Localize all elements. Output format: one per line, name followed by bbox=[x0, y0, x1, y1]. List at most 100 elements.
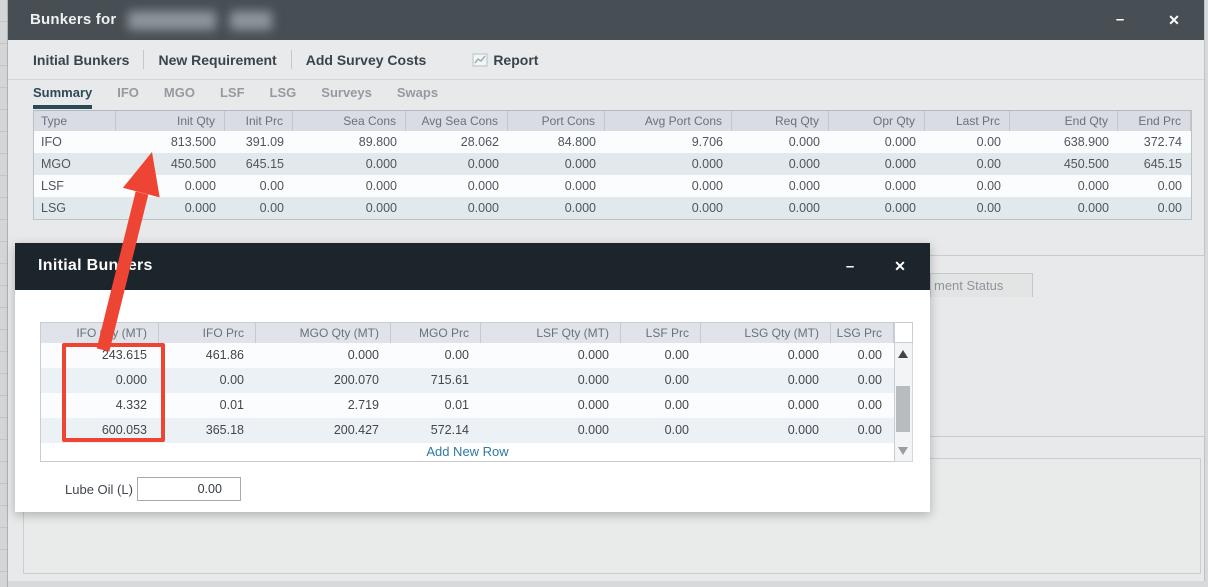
column-header-ifo-qty-mt-[interactable]: IFO Qty (MT) bbox=[41, 323, 159, 343]
scrollbar-thumb[interactable] bbox=[896, 386, 910, 432]
cell: 0.000 bbox=[884, 157, 916, 171]
cell[interactable]: 0.00 bbox=[391, 343, 481, 368]
table-row[interactable]: 4.332 0.01 2.719 0.01 0.000 0.00 0.000 0.00 bbox=[41, 393, 894, 418]
toolbar-separator bbox=[290, 50, 292, 69]
cell: 0.00 bbox=[976, 157, 1001, 171]
cell: 0.000 bbox=[467, 157, 499, 171]
scroll-down-icon[interactable] bbox=[898, 447, 908, 455]
column-header-mgo-qty-mt-[interactable]: MGO Qty (MT) bbox=[256, 323, 391, 343]
column-header-port-cons[interactable]: Port Cons bbox=[508, 111, 605, 131]
cell[interactable]: 4.332 bbox=[41, 393, 159, 418]
cell[interactable]: 200.070 bbox=[256, 368, 391, 393]
table-row[interactable]: LSF 0.000 0.00 0.000 0.000 0.000 0.000 0.000 0.0… bbox=[34, 175, 1191, 197]
column-header-req-qty[interactable]: Req Qty bbox=[732, 111, 829, 131]
cell[interactable]: 0.00 bbox=[621, 393, 701, 418]
cell[interactable]: 0.00 bbox=[621, 368, 701, 393]
tab-surveys[interactable]: Surveys bbox=[321, 85, 372, 109]
cell[interactable]: 200.427 bbox=[256, 418, 391, 443]
cell[interactable]: 0.00 bbox=[159, 368, 256, 393]
report-button[interactable]: Report bbox=[472, 52, 538, 68]
column-header-lsf-qty-mt-[interactable]: LSF Qty (MT) bbox=[481, 323, 621, 343]
column-header-avg-port-cons[interactable]: Avg Port Cons bbox=[605, 111, 732, 131]
table-row[interactable]: MGO 450.500 645.15 0.000 0.000 0.000 0.000 0.00… bbox=[34, 153, 1191, 175]
tab-swaps[interactable]: Swaps bbox=[397, 85, 438, 109]
cell[interactable]: 600.053 bbox=[41, 418, 159, 443]
close-button[interactable]: ✕ bbox=[1154, 0, 1194, 40]
column-header-lsg-prc[interactable]: LSG Prc bbox=[831, 323, 894, 343]
table-row[interactable]: IFO 813.500 391.09 89.800 28.062 84.800 9.706 0… bbox=[34, 131, 1191, 153]
column-header-init-prc[interactable]: Init Prc bbox=[225, 111, 293, 131]
column-header-type[interactable]: Type bbox=[34, 111, 116, 131]
column-header-init-qty[interactable]: Init Qty bbox=[116, 111, 225, 131]
add-survey-costs-button[interactable]: Add Survey Costs bbox=[306, 52, 427, 68]
cell[interactable]: 715.61 bbox=[391, 368, 481, 393]
cell: 638.900 bbox=[1063, 135, 1109, 149]
cell[interactable]: 0.000 bbox=[701, 393, 831, 418]
table-header-row: IFO Qty (MT) IFO Prc MGO Qty (MT) MGO Prc LS… bbox=[41, 323, 894, 343]
toolbar-separator bbox=[143, 50, 145, 69]
column-header-sea-cons[interactable]: Sea Cons bbox=[293, 111, 406, 131]
tab-ifo[interactable]: IFO bbox=[117, 85, 139, 109]
status-panel-header[interactable]: ment Status bbox=[930, 273, 1033, 297]
cell[interactable]: 0.000 bbox=[481, 368, 621, 393]
scroll-up-icon[interactable] bbox=[898, 350, 908, 358]
dialog-title: Initial Bunkers bbox=[38, 257, 153, 274]
cell[interactable]: 0.000 bbox=[701, 343, 831, 368]
dialog-minimize-button[interactable]: – bbox=[832, 243, 868, 290]
report-chart-icon bbox=[472, 53, 488, 67]
dialog-titlebar[interactable]: Initial Bunkers – ✕ bbox=[15, 243, 930, 290]
window-titlebar[interactable]: Bunkers for – ✕ bbox=[8, 0, 1204, 40]
cell[interactable]: 243.615 bbox=[41, 343, 159, 368]
table-row[interactable]: LSG 0.000 0.00 0.000 0.000 0.000 0.000 0.000 0.0… bbox=[34, 197, 1191, 219]
cell[interactable]: 0.000 bbox=[481, 418, 621, 443]
cell[interactable]: 0.00 bbox=[831, 418, 894, 443]
cell[interactable]: 0.01 bbox=[159, 393, 256, 418]
dialog-close-button[interactable]: ✕ bbox=[882, 243, 918, 290]
table-row[interactable]: 243.615 461.86 0.000 0.00 0.000 0.00 0.000 0.00 bbox=[41, 343, 894, 368]
cell[interactable]: 0.01 bbox=[391, 393, 481, 418]
column-header-ifo-prc[interactable]: IFO Prc bbox=[159, 323, 256, 343]
cell[interactable]: 0.00 bbox=[831, 343, 894, 368]
cell[interactable]: 2.719 bbox=[256, 393, 391, 418]
column-header-lsf-prc[interactable]: LSF Prc bbox=[621, 323, 701, 343]
minimize-button[interactable]: – bbox=[1100, 0, 1140, 40]
tab-summary[interactable]: Summary bbox=[33, 85, 93, 109]
toolbar: Initial Bunkers New Requirement Add Surv… bbox=[8, 40, 1204, 80]
column-header-lsg-qty-mt-[interactable]: LSG Qty (MT) bbox=[701, 323, 831, 343]
cell[interactable]: 0.00 bbox=[621, 418, 701, 443]
column-header-last-prc[interactable]: Last Prc bbox=[925, 111, 1010, 131]
cell[interactable]: 0.00 bbox=[831, 368, 894, 393]
cell[interactable]: 0.000 bbox=[481, 393, 621, 418]
cell[interactable]: 0.000 bbox=[481, 343, 621, 368]
cell[interactable]: 0.00 bbox=[831, 393, 894, 418]
table-row[interactable]: 0.000 0.00 200.070 715.61 0.000 0.00 0.000 0.00 bbox=[41, 368, 894, 393]
column-header-avg-sea-cons[interactable]: Avg Sea Cons bbox=[406, 111, 508, 131]
tab-lsf[interactable]: LSF bbox=[220, 85, 245, 109]
tab-lsg[interactable]: LSG bbox=[270, 85, 297, 109]
cell[interactable]: 461.86 bbox=[159, 343, 256, 368]
cell[interactable]: 0.000 bbox=[701, 368, 831, 393]
add-new-row-link[interactable]: Add New Row bbox=[41, 443, 894, 461]
lube-oil-input[interactable] bbox=[136, 477, 241, 501]
column-header-end-prc[interactable]: End Prc bbox=[1118, 111, 1191, 131]
cell: 813.500 bbox=[170, 135, 216, 149]
dialog-table-scrollbar[interactable] bbox=[895, 322, 913, 462]
cell: 28.062 bbox=[460, 135, 499, 149]
column-header-mgo-prc[interactable]: MGO Prc bbox=[391, 323, 481, 343]
initial-bunkers-button[interactable]: Initial Bunkers bbox=[33, 52, 129, 68]
cell: 0.000 bbox=[884, 135, 916, 149]
column-header-end-qty[interactable]: End Qty bbox=[1010, 111, 1118, 131]
cell[interactable]: 0.000 bbox=[256, 343, 391, 368]
cell[interactable]: 0.000 bbox=[41, 368, 159, 393]
report-label: Report bbox=[493, 51, 539, 68]
scrollbar-track[interactable] bbox=[895, 343, 913, 462]
cell: 0.00 bbox=[259, 201, 284, 215]
new-requirement-button[interactable]: New Requirement bbox=[158, 52, 276, 68]
cell[interactable]: 365.18 bbox=[159, 418, 256, 443]
cell[interactable]: 0.00 bbox=[621, 343, 701, 368]
column-header-opr-qty[interactable]: Opr Qty bbox=[829, 111, 925, 131]
cell[interactable]: 0.000 bbox=[701, 418, 831, 443]
tab-mgo[interactable]: MGO bbox=[164, 85, 195, 109]
cell[interactable]: 572.14 bbox=[391, 418, 481, 443]
table-row[interactable]: 600.053 365.18 200.427 572.14 0.000 0.00 0.000… bbox=[41, 418, 894, 443]
